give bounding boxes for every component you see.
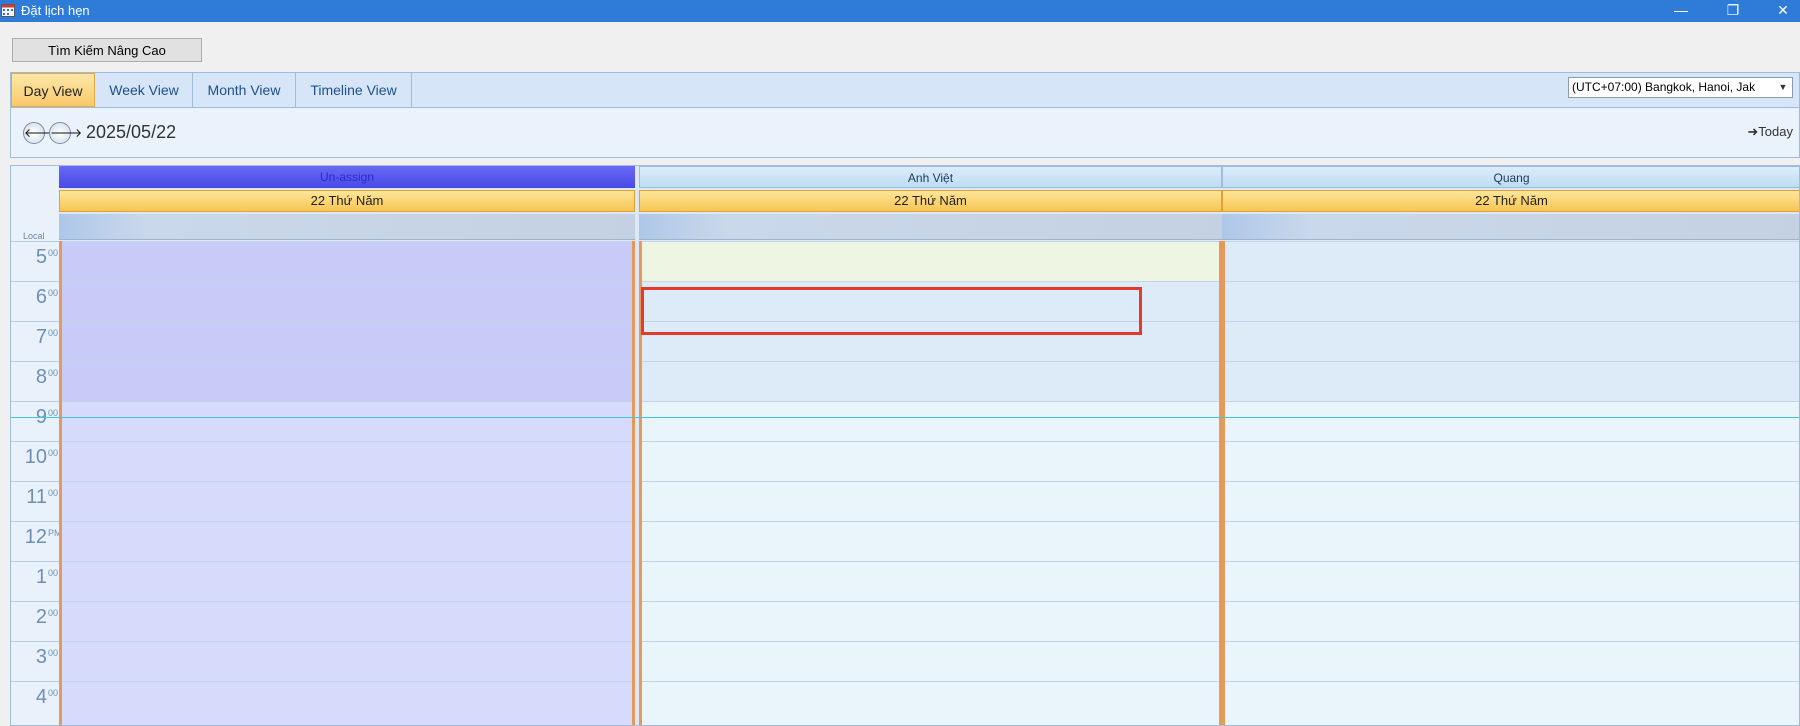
- time-slot[interactable]: [62, 321, 632, 361]
- time-slot[interactable]: [642, 601, 1219, 641]
- timezone-value: (UTC+07:00) Bangkok, Hanoi, Jak: [1572, 80, 1756, 94]
- time-slot[interactable]: [642, 441, 1219, 481]
- resource-column-quang: Quang 22 Thứ Năm: [1222, 166, 1799, 725]
- resource-header[interactable]: Quang: [1222, 166, 1799, 188]
- time-slot[interactable]: [642, 401, 1219, 441]
- local-time-label: Local: [23, 231, 45, 241]
- tab-day-view[interactable]: Day View: [11, 73, 95, 107]
- next-day-button[interactable]: 🡒: [49, 122, 82, 144]
- tab-timeline-view[interactable]: Timeline View: [296, 73, 412, 107]
- day-view-calendar: Local 5 00 6 00 7 00 8 00 9 00 10 00 11 00 12 PM…: [10, 165, 1800, 726]
- current-time-indicator: [11, 417, 1799, 418]
- time-slot[interactable]: [1225, 321, 1799, 361]
- hour-label: 10 00: [11, 441, 59, 481]
- time-slot[interactable]: [1225, 561, 1799, 601]
- hour-label: 9 00: [11, 401, 59, 441]
- time-slot[interactable]: [1225, 521, 1799, 561]
- tab-month-view[interactable]: Month View: [193, 73, 296, 107]
- time-slot[interactable]: [1225, 681, 1799, 721]
- timezone-select[interactable]: (UTC+07:00) Bangkok, Hanoi, Jak ▼: [1568, 77, 1793, 98]
- resource-header[interactable]: Un-assign: [59, 166, 635, 188]
- time-slot[interactable]: [642, 241, 1219, 281]
- time-slot[interactable]: [62, 361, 632, 401]
- time-slot[interactable]: [642, 361, 1219, 401]
- time-slots: [1222, 241, 1799, 725]
- previous-day-button[interactable]: 🡐: [23, 122, 56, 144]
- time-slot[interactable]: [1225, 241, 1799, 281]
- hour-label: 6 00: [11, 281, 59, 321]
- time-slot[interactable]: [1225, 441, 1799, 481]
- time-slot[interactable]: [62, 561, 632, 601]
- all-day-area[interactable]: [1222, 214, 1799, 240]
- time-slot[interactable]: [1225, 641, 1799, 681]
- resource-column-unassign: Un-assign 22 Thứ Năm: [59, 166, 635, 725]
- close-button[interactable]: ✕: [1760, 0, 1800, 22]
- dropdown-arrow-icon[interactable]: ▼: [1776, 81, 1790, 94]
- minimize-button[interactable]: —: [1658, 0, 1704, 22]
- time-ruler: Local 5 00 6 00 7 00 8 00 9 00 10 00 11 00 12 PM…: [11, 166, 62, 725]
- day-header[interactable]: 22 Thứ Năm: [59, 190, 635, 212]
- calendar-app-icon: [1, 4, 15, 17]
- time-slots: [59, 241, 635, 725]
- time-slot[interactable]: [1225, 281, 1799, 321]
- restore-button[interactable]: ❐: [1710, 0, 1756, 22]
- time-slot[interactable]: [642, 521, 1219, 561]
- time-slot[interactable]: [62, 681, 632, 721]
- arrow-right-icon: 🡒: [50, 126, 83, 140]
- time-slot[interactable]: [62, 601, 632, 641]
- time-slot[interactable]: [62, 481, 632, 521]
- time-slot[interactable]: [62, 401, 632, 441]
- time-slot[interactable]: [1225, 401, 1799, 441]
- time-slot[interactable]: [1225, 481, 1799, 521]
- view-tab-strip: Day View Week View Month View Timeline V…: [10, 72, 1800, 108]
- time-slot[interactable]: [62, 281, 632, 321]
- hour-label: 11 00: [11, 481, 59, 521]
- time-slot[interactable]: [62, 641, 632, 681]
- date-navigation-bar: 🡐 🡒 2025/05/22 ➜Today: [10, 108, 1800, 158]
- window-title: Đặt lịch hẹn: [21, 3, 90, 18]
- time-slot[interactable]: [642, 641, 1219, 681]
- resource-column-anh-viet: Anh Việt 22 Thứ Năm: [639, 166, 1222, 725]
- selected-time-range[interactable]: [641, 287, 1142, 335]
- hour-label: 8 00: [11, 361, 59, 401]
- day-header[interactable]: 22 Thứ Năm: [639, 190, 1222, 212]
- hour-label: 2 00: [11, 601, 59, 641]
- hour-label: 1 00: [11, 561, 59, 601]
- day-header[interactable]: 22 Thứ Năm: [1222, 190, 1799, 212]
- time-slot[interactable]: [62, 441, 632, 481]
- all-day-area[interactable]: [59, 214, 635, 240]
- time-slot[interactable]: [62, 521, 632, 561]
- all-day-area[interactable]: [639, 214, 1222, 240]
- time-slot[interactable]: [62, 241, 632, 281]
- current-date: 2025/05/22: [86, 122, 177, 142]
- hour-label: 5 00: [11, 241, 59, 281]
- time-slot[interactable]: [642, 681, 1219, 721]
- title-bar: Đặt lịch hẹn — ❐ ✕: [0, 0, 1800, 22]
- hour-label: 7 00: [11, 321, 59, 361]
- hour-label: 4 00: [11, 681, 59, 721]
- time-slot[interactable]: [1225, 361, 1799, 401]
- today-button[interactable]: ➜Today: [1747, 122, 1793, 142]
- tab-week-view[interactable]: Week View: [96, 73, 193, 107]
- resource-header[interactable]: Anh Việt: [639, 166, 1222, 188]
- hour-label: 3 00: [11, 641, 59, 681]
- hour-label: 12 PM: [11, 521, 62, 561]
- time-slot[interactable]: [642, 561, 1219, 601]
- time-slot[interactable]: [1225, 601, 1799, 641]
- time-slot[interactable]: [642, 481, 1219, 521]
- advanced-search-button[interactable]: Tìm Kiếm Nâng Cao: [12, 38, 202, 62]
